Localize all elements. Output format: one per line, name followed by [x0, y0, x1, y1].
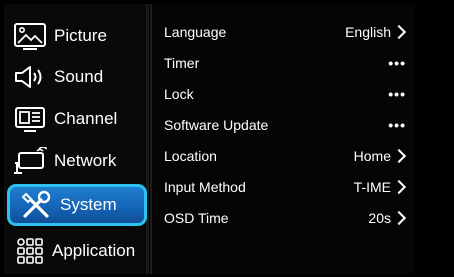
apps-grid-icon [10, 233, 50, 269]
sidebar-item-label: Picture [54, 26, 107, 45]
setting-row-lock[interactable]: Lock ••• [164, 82, 408, 106]
setting-label: Input Method [164, 179, 246, 195]
right-margin [414, 4, 454, 274]
sidebar-item-sound[interactable]: Sound [4, 57, 146, 97]
chevron-right-icon [391, 210, 407, 226]
network-icon [10, 143, 50, 179]
sidebar-item-application[interactable]: Application [4, 231, 146, 271]
sidebar-item-channel[interactable]: Channel [4, 99, 146, 139]
setting-label: Timer [164, 55, 200, 71]
chevron-right-icon [391, 148, 407, 164]
tools-icon [16, 187, 56, 223]
channel-icon [10, 101, 50, 137]
sidebar-item-label: Sound [54, 67, 104, 86]
setting-label: OSD Time [164, 210, 229, 226]
setting-row-input-method[interactable]: Input Method T-IME [164, 175, 408, 199]
speaker-icon [10, 59, 50, 95]
setting-value: T-IME [353, 179, 391, 195]
chevron-right-icon [391, 179, 407, 195]
setting-label: Location [164, 148, 217, 164]
sidebar-item-system[interactable]: System [7, 184, 147, 226]
chevron-right-icon [391, 24, 407, 40]
setting-value: 20s [368, 210, 391, 226]
setting-row-language[interactable]: Language English [164, 20, 408, 44]
setting-label: Software Update [164, 117, 269, 133]
setting-row-location[interactable]: Location Home [164, 144, 408, 168]
setting-row-timer[interactable]: Timer ••• [164, 51, 408, 75]
setting-label: Language [164, 24, 227, 40]
sidebar-item-label: System [60, 195, 117, 214]
sidebar-item-label: Network [54, 151, 117, 170]
settings-sidebar: Picture Sound Channel Network System App… [4, 4, 149, 274]
more-dots-icon: ••• [388, 86, 406, 102]
more-dots-icon: ••• [388, 55, 406, 71]
sidebar-item-picture[interactable]: Picture [4, 16, 146, 56]
system-settings-list: Language English Timer ••• Lock ••• Soft… [150, 4, 416, 274]
setting-label: Lock [164, 86, 194, 102]
sidebar-item-label: Channel [54, 109, 118, 128]
tv-settings-screen: Picture Sound Channel Network System App… [0, 0, 454, 277]
setting-row-software-update[interactable]: Software Update ••• [164, 113, 408, 137]
setting-value: Home [353, 148, 391, 164]
picture-icon [10, 18, 50, 54]
setting-row-osd-time[interactable]: OSD Time 20s [164, 206, 408, 230]
sidebar-item-label: Application [52, 241, 136, 260]
setting-value: English [345, 24, 391, 40]
sidebar-item-network[interactable]: Network [4, 141, 146, 181]
more-dots-icon: ••• [388, 117, 406, 133]
